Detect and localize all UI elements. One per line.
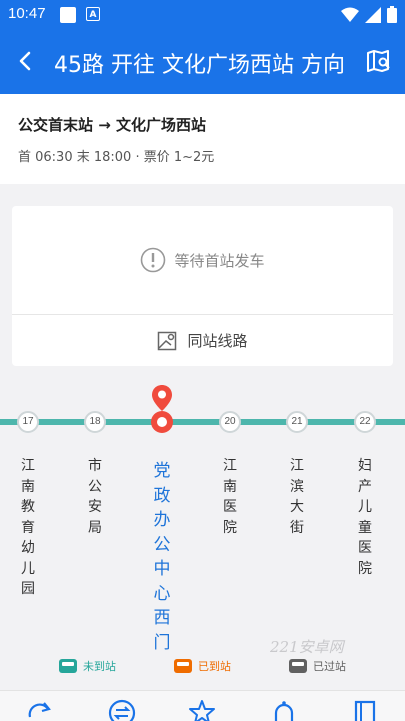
notification-icon	[60, 7, 76, 23]
battery-icon	[387, 6, 397, 23]
route-info: 公交首末站 → 文化广场西站 首 06:30 末 18:00 · 票价 1~2元	[0, 94, 405, 184]
legend-label: 已过站	[313, 660, 346, 673]
route-line	[0, 419, 405, 425]
arrival-card: 等待首站发车 同站线路	[12, 206, 393, 366]
stop-name[interactable]: 江南教育幼儿园	[19, 456, 37, 600]
stop-marker-20[interactable]: 20	[219, 411, 241, 433]
bus-icon	[289, 659, 307, 673]
stop-marker-17[interactable]: 17	[17, 411, 39, 433]
status-bar: 10:47 A	[0, 0, 405, 30]
legend-not-arrived: 未到站	[59, 658, 116, 674]
waiting-text: 等待首站发车	[174, 251, 265, 270]
legend-label: 未到站	[83, 660, 116, 673]
route-endpoints: 公交首末站 → 文化广场西站	[18, 116, 207, 134]
legend: 未到站 已到站 已过站	[0, 658, 405, 680]
stop-name[interactable]: 江滨大街	[288, 456, 306, 538]
favorite-star-icon[interactable]	[188, 699, 216, 721]
location-pin-icon	[152, 385, 172, 411]
route-schedule: 首 06:30 末 18:00 · 票价 1~2元	[18, 150, 215, 165]
reminder-bell-icon[interactable]	[270, 699, 298, 721]
waiting-status: 等待首站发车	[12, 206, 393, 314]
watermark: 221安卓网	[270, 638, 344, 656]
bus-icon	[59, 659, 77, 673]
refresh-icon[interactable]	[26, 699, 54, 721]
stop-name[interactable]: 妇产儿童医院	[356, 456, 374, 579]
stop-marker-current[interactable]	[151, 411, 173, 433]
map-icon[interactable]	[365, 48, 391, 74]
stop-marker-18[interactable]: 18	[84, 411, 106, 433]
signal-icon	[365, 6, 381, 23]
page-title: 45路 开往 文化广场西站 方向	[54, 53, 345, 78]
status-time: 10:47	[8, 5, 46, 22]
current-stop-name[interactable]: 党政办公中心西门	[151, 459, 173, 655]
legend-passed: 已过站	[289, 658, 346, 674]
back-arrow-icon[interactable]	[10, 46, 40, 76]
legend-arrived: 已到站	[174, 658, 231, 674]
stop-marker-21[interactable]: 21	[286, 411, 308, 433]
app-bar: 45路 开往 文化广场西站 方向	[0, 30, 405, 94]
status-icons	[341, 6, 397, 23]
switch-direction-icon[interactable]	[108, 699, 136, 721]
bus-icon	[174, 659, 192, 673]
map-pin-icon	[158, 331, 177, 350]
app-notification-icon: A	[86, 7, 100, 21]
wifi-icon	[341, 7, 359, 22]
same-station-routes-button[interactable]: 同站线路	[12, 315, 393, 366]
stop-name[interactable]: 江南医院	[221, 456, 239, 538]
legend-label: 已到站	[198, 660, 231, 673]
stop-marker-22[interactable]: 22	[354, 411, 376, 433]
schedule-book-icon[interactable]	[351, 699, 379, 721]
stop-name[interactable]: 市公安局	[86, 456, 104, 538]
same-station-label: 同站线路	[187, 332, 248, 350]
info-icon	[141, 247, 166, 273]
bottom-toolbar	[0, 690, 405, 721]
